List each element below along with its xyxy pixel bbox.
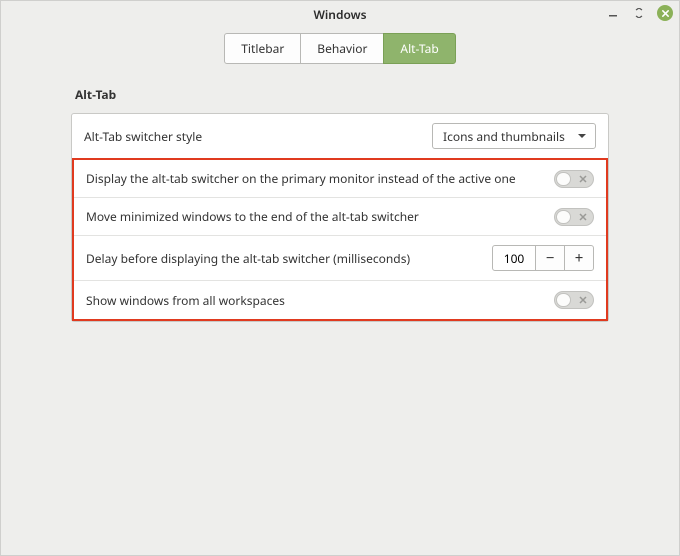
toggle-knob (556, 172, 571, 186)
delay-decrement-button[interactable]: − (535, 245, 565, 271)
tab-titlebar[interactable]: Titlebar (224, 33, 301, 64)
tab-strip: Titlebar Behavior Alt-Tab (1, 27, 679, 76)
toggle-knob (556, 293, 571, 307)
chevron-down-icon (577, 128, 587, 145)
section-alttab: Alt-Tab Alt-Tab switcher style Icons and… (1, 86, 679, 322)
tab-alttab[interactable]: Alt-Tab (383, 33, 455, 64)
move-minimized-toggle[interactable] (554, 208, 594, 226)
tab-behavior[interactable]: Behavior (300, 33, 384, 64)
row-show-all: Show windows from all workspaces (74, 281, 606, 319)
minimize-button[interactable] (605, 5, 621, 21)
switcher-style-value: Icons and thumbnails (443, 128, 565, 145)
primary-monitor-label: Display the alt-tab switcher on the prim… (86, 170, 516, 187)
switcher-style-label: Alt-Tab switcher style (84, 128, 202, 145)
delay-spinner: − + (492, 245, 594, 271)
window-title: Windows (313, 6, 366, 23)
delay-increment-button[interactable]: + (564, 245, 594, 271)
window-controls (605, 5, 673, 21)
close-button[interactable] (657, 5, 673, 21)
primary-monitor-toggle[interactable] (554, 170, 594, 188)
row-switcher-style: Alt-Tab switcher style Icons and thumbna… (72, 114, 608, 159)
toggle-off-icon (579, 213, 587, 221)
toggle-off-icon (579, 175, 587, 183)
highlighted-group: Display the alt-tab switcher on the prim… (72, 158, 608, 321)
settings-panel: Alt-Tab switcher style Icons and thumbna… (71, 113, 609, 322)
maximize-button[interactable] (631, 5, 647, 21)
row-primary-monitor: Display the alt-tab switcher on the prim… (74, 160, 606, 198)
show-all-label: Show windows from all workspaces (86, 292, 285, 309)
window: Windows Titlebar Behavior Alt-Tab Alt-Ta… (0, 0, 680, 556)
move-minimized-label: Move minimized windows to the end of the… (86, 208, 419, 225)
minimize-icon (608, 8, 618, 18)
row-delay: Delay before displaying the alt-tab swit… (74, 236, 606, 281)
toggle-knob (556, 210, 571, 224)
toggle-off-icon (579, 296, 587, 304)
tab-group: Titlebar Behavior Alt-Tab (224, 33, 455, 64)
show-all-toggle[interactable] (554, 291, 594, 309)
row-move-minimized: Move minimized windows to the end of the… (74, 198, 606, 236)
close-icon (661, 9, 670, 18)
switcher-style-combo[interactable]: Icons and thumbnails (432, 123, 596, 149)
titlebar: Windows (1, 1, 679, 27)
delay-input[interactable] (492, 245, 536, 271)
section-heading: Alt-Tab (75, 86, 609, 103)
delay-label: Delay before displaying the alt-tab swit… (86, 250, 410, 267)
maximize-icon (634, 8, 644, 18)
